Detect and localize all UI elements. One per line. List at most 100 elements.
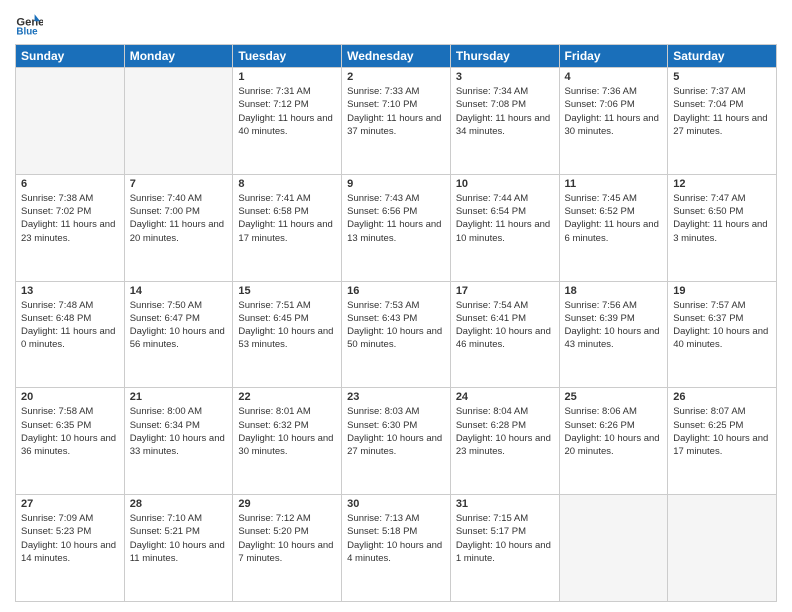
day-info: Sunrise: 7:40 AM Sunset: 7:00 PM Dayligh…: [130, 192, 228, 245]
weekday-header-tuesday: Tuesday: [233, 45, 342, 68]
calendar-cell: 16 Sunrise: 7:53 AM Sunset: 6:43 PM Dayli…: [342, 281, 451, 388]
day-info: Sunrise: 7:53 AM Sunset: 6:43 PM Dayligh…: [347, 299, 445, 352]
calendar-cell: 15 Sunrise: 7:51 AM Sunset: 6:45 PM Dayli…: [233, 281, 342, 388]
day-info: Sunrise: 7:09 AM Sunset: 5:23 PM Dayligh…: [21, 512, 119, 565]
week-row-2: 6 Sunrise: 7:38 AM Sunset: 7:02 PM Daylig…: [16, 174, 777, 281]
day-info: Sunrise: 7:33 AM Sunset: 7:10 PM Dayligh…: [347, 85, 445, 138]
calendar-cell: 29 Sunrise: 7:12 AM Sunset: 5:20 PM Dayli…: [233, 495, 342, 602]
calendar-cell: 12 Sunrise: 7:47 AM Sunset: 6:50 PM Dayli…: [668, 174, 777, 281]
day-number: 15: [238, 285, 336, 297]
day-info: Sunrise: 7:37 AM Sunset: 7:04 PM Dayligh…: [673, 85, 771, 138]
day-info: Sunrise: 7:50 AM Sunset: 6:47 PM Dayligh…: [130, 299, 228, 352]
day-info: Sunrise: 7:15 AM Sunset: 5:17 PM Dayligh…: [456, 512, 554, 565]
calendar-cell: [668, 495, 777, 602]
calendar-cell: 24 Sunrise: 8:04 AM Sunset: 6:28 PM Dayli…: [450, 388, 559, 495]
weekday-header-saturday: Saturday: [668, 45, 777, 68]
day-info: Sunrise: 7:56 AM Sunset: 6:39 PM Dayligh…: [565, 299, 663, 352]
day-info: Sunrise: 7:51 AM Sunset: 6:45 PM Dayligh…: [238, 299, 336, 352]
weekday-header-friday: Friday: [559, 45, 668, 68]
weekday-header-wednesday: Wednesday: [342, 45, 451, 68]
day-info: Sunrise: 7:58 AM Sunset: 6:35 PM Dayligh…: [21, 405, 119, 458]
day-number: 28: [130, 498, 228, 510]
svg-text:Blue: Blue: [16, 27, 38, 38]
day-number: 27: [21, 498, 119, 510]
day-number: 3: [456, 71, 554, 83]
day-number: 6: [21, 178, 119, 190]
calendar-cell: 20 Sunrise: 7:58 AM Sunset: 6:35 PM Dayli…: [16, 388, 125, 495]
calendar-cell: 30 Sunrise: 7:13 AM Sunset: 5:18 PM Dayli…: [342, 495, 451, 602]
page: General Blue SundayMondayTuesdayWednesda…: [0, 0, 792, 612]
week-row-4: 20 Sunrise: 7:58 AM Sunset: 6:35 PM Dayli…: [16, 388, 777, 495]
day-info: Sunrise: 7:38 AM Sunset: 7:02 PM Dayligh…: [21, 192, 119, 245]
day-number: 4: [565, 71, 663, 83]
day-number: 11: [565, 178, 663, 190]
calendar-cell: 6 Sunrise: 7:38 AM Sunset: 7:02 PM Daylig…: [16, 174, 125, 281]
calendar-cell: 22Sunrise: 8:01 AM Sunset: 6:32 PM Dayli…: [233, 388, 342, 495]
day-number: 14: [130, 285, 228, 297]
day-info: Sunrise: 7:41 AM Sunset: 6:58 PM Dayligh…: [238, 192, 336, 245]
weekday-header-row: SundayMondayTuesdayWednesdayThursdayFrid…: [16, 45, 777, 68]
week-row-5: 27 Sunrise: 7:09 AM Sunset: 5:23 PM Dayli…: [16, 495, 777, 602]
day-info: Sunrise: 8:01 AM Sunset: 6:32 PM Dayligh…: [238, 405, 336, 458]
calendar-cell: 25Sunrise: 8:06 AM Sunset: 6:26 PM Dayli…: [559, 388, 668, 495]
day-info: Sunrise: 8:06 AM Sunset: 6:26 PM Dayligh…: [565, 405, 663, 458]
weekday-header-monday: Monday: [124, 45, 233, 68]
calendar-cell: 10Sunrise: 7:44 AM Sunset: 6:54 PM Dayli…: [450, 174, 559, 281]
day-number: 26: [673, 391, 771, 403]
day-number: 9: [347, 178, 445, 190]
day-info: Sunrise: 8:07 AM Sunset: 6:25 PM Dayligh…: [673, 405, 771, 458]
day-info: Sunrise: 8:00 AM Sunset: 6:34 PM Dayligh…: [130, 405, 228, 458]
logo: General Blue: [15, 10, 43, 38]
day-number: 21: [130, 391, 228, 403]
day-info: Sunrise: 7:36 AM Sunset: 7:06 PM Dayligh…: [565, 85, 663, 138]
day-info: Sunrise: 7:31 AM Sunset: 7:12 PM Dayligh…: [238, 85, 336, 138]
day-info: Sunrise: 8:03 AM Sunset: 6:30 PM Dayligh…: [347, 405, 445, 458]
header: General Blue: [15, 10, 777, 38]
day-number: 16: [347, 285, 445, 297]
day-info: Sunrise: 7:54 AM Sunset: 6:41 PM Dayligh…: [456, 299, 554, 352]
calendar-cell: 9 Sunrise: 7:43 AM Sunset: 6:56 PM Daylig…: [342, 174, 451, 281]
day-number: 18: [565, 285, 663, 297]
day-number: 19: [673, 285, 771, 297]
weekday-header-thursday: Thursday: [450, 45, 559, 68]
day-number: 1: [238, 71, 336, 83]
day-number: 12: [673, 178, 771, 190]
calendar-cell: 5 Sunrise: 7:37 AM Sunset: 7:04 PM Daylig…: [668, 68, 777, 175]
calendar-cell: 21 Sunrise: 8:00 AM Sunset: 6:34 PM Dayli…: [124, 388, 233, 495]
day-number: 24: [456, 391, 554, 403]
day-number: 7: [130, 178, 228, 190]
calendar-cell: 18 Sunrise: 7:56 AM Sunset: 6:39 PM Dayli…: [559, 281, 668, 388]
day-info: Sunrise: 7:34 AM Sunset: 7:08 PM Dayligh…: [456, 85, 554, 138]
calendar-cell: 14 Sunrise: 7:50 AM Sunset: 6:47 PM Dayli…: [124, 281, 233, 388]
day-info: Sunrise: 7:43 AM Sunset: 6:56 PM Dayligh…: [347, 192, 445, 245]
day-number: 31: [456, 498, 554, 510]
calendar-cell: 23Sunrise: 8:03 AM Sunset: 6:30 PM Dayli…: [342, 388, 451, 495]
calendar-cell: [16, 68, 125, 175]
day-info: Sunrise: 7:45 AM Sunset: 6:52 PM Dayligh…: [565, 192, 663, 245]
calendar-cell: 13Sunrise: 7:48 AM Sunset: 6:48 PM Dayli…: [16, 281, 125, 388]
day-number: 5: [673, 71, 771, 83]
day-info: Sunrise: 7:12 AM Sunset: 5:20 PM Dayligh…: [238, 512, 336, 565]
calendar-cell: [124, 68, 233, 175]
day-info: Sunrise: 8:04 AM Sunset: 6:28 PM Dayligh…: [456, 405, 554, 458]
day-info: Sunrise: 7:57 AM Sunset: 6:37 PM Dayligh…: [673, 299, 771, 352]
logo-icon: General Blue: [15, 10, 43, 38]
weekday-header-sunday: Sunday: [16, 45, 125, 68]
day-number: 20: [21, 391, 119, 403]
calendar-cell: 28 Sunrise: 7:10 AM Sunset: 5:21 PM Dayli…: [124, 495, 233, 602]
calendar-cell: 4 Sunrise: 7:36 AM Sunset: 7:06 PM Daylig…: [559, 68, 668, 175]
day-info: Sunrise: 7:47 AM Sunset: 6:50 PM Dayligh…: [673, 192, 771, 245]
day-info: Sunrise: 7:13 AM Sunset: 5:18 PM Dayligh…: [347, 512, 445, 565]
day-number: 8: [238, 178, 336, 190]
day-info: Sunrise: 7:44 AM Sunset: 6:54 PM Dayligh…: [456, 192, 554, 245]
calendar-cell: 17 Sunrise: 7:54 AM Sunset: 6:41 PM Dayli…: [450, 281, 559, 388]
day-number: 17: [456, 285, 554, 297]
day-number: 29: [238, 498, 336, 510]
calendar-table: SundayMondayTuesdayWednesdayThursdayFrid…: [15, 44, 777, 602]
calendar-cell: [559, 495, 668, 602]
day-number: 2: [347, 71, 445, 83]
calendar-cell: 2 Sunrise: 7:33 AM Sunset: 7:10 PM Daylig…: [342, 68, 451, 175]
day-number: 30: [347, 498, 445, 510]
day-info: Sunrise: 7:10 AM Sunset: 5:21 PM Dayligh…: [130, 512, 228, 565]
calendar-cell: 1 Sunrise: 7:31 AM Sunset: 7:12 PM Daylig…: [233, 68, 342, 175]
